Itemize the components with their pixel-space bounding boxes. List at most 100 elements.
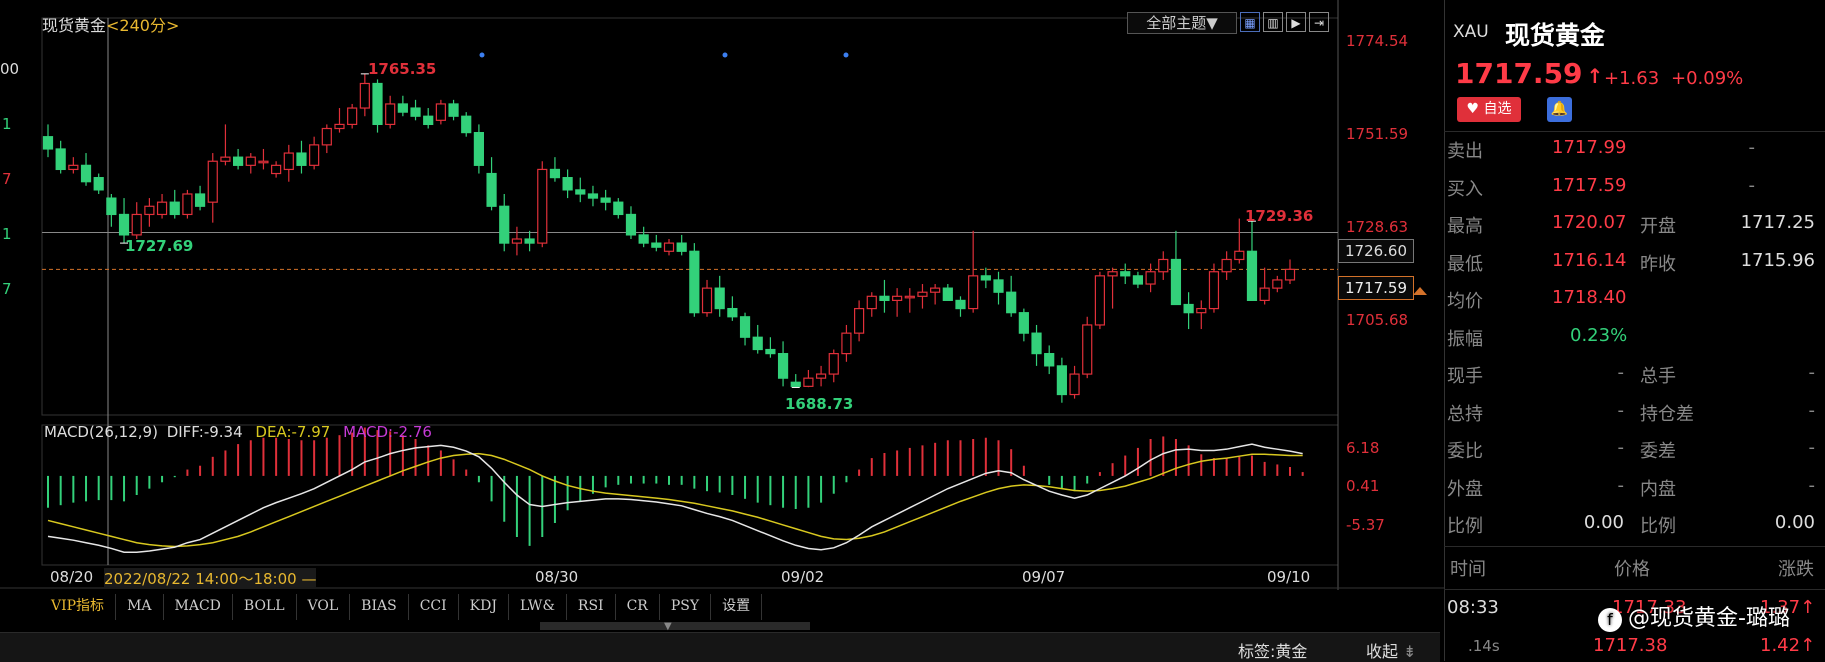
- play-icon[interactable]: ▶: [1286, 12, 1306, 32]
- divider: [1444, 589, 1825, 590]
- tab-macd[interactable]: MACD: [164, 594, 233, 620]
- tick-header-change: 涨跌: [1778, 559, 1814, 580]
- quote-label: 持仓差: [1640, 404, 1694, 425]
- macd-axis-label: 0.41: [1346, 477, 1380, 495]
- macd-axis-label: 6.18: [1346, 439, 1380, 457]
- tab-vol[interactable]: VOL: [297, 594, 351, 620]
- quote-label: 振幅: [1447, 329, 1483, 350]
- candle-body: [1221, 258, 1232, 273]
- quote-price-value: 1717.59: [1455, 57, 1583, 90]
- theme-dropdown[interactable]: 全部主题▼: [1127, 12, 1237, 34]
- tab-lw[interactable]: LW&: [509, 594, 567, 620]
- tab-cr[interactable]: CR: [616, 594, 660, 620]
- quote-label: 外盘: [1447, 479, 1483, 500]
- quote-value: 1717.99: [1552, 137, 1627, 158]
- tick-time: 08:33: [1447, 597, 1499, 618]
- candle-body: [575, 189, 586, 195]
- candle-body: [1234, 250, 1245, 261]
- candle-body: [182, 193, 193, 216]
- current-price-box: 1717.59: [1338, 276, 1414, 300]
- macd-legend: MACD(26,12,9) DIFF:-9.34 DEA:-7.97 MACD:…: [44, 423, 432, 441]
- crosshair-price-box: 1726.60: [1338, 239, 1414, 263]
- y-axis-label: 1728.63: [1346, 218, 1409, 236]
- candle-body: [600, 197, 611, 203]
- crosshair-date-label: 2022/08/22 14:00～18:00 —: [104, 568, 317, 589]
- candle-body: [1056, 365, 1067, 396]
- candle-body: [638, 234, 649, 244]
- tab-cci[interactable]: CCI: [409, 594, 459, 620]
- candle-body: [866, 295, 877, 310]
- low-left-annotation: 1727.69: [125, 237, 194, 255]
- candle-body: [55, 148, 66, 171]
- quote-label: 均价: [1447, 291, 1483, 312]
- tab-kdj[interactable]: KDJ: [459, 594, 509, 620]
- tab-vip[interactable]: VIP指标: [40, 594, 117, 620]
- candle-body: [156, 201, 168, 216]
- candle-body: [1069, 373, 1080, 396]
- macd-dea: DEA:-7.97: [255, 423, 331, 441]
- candle-body: [1196, 307, 1207, 314]
- quote-change-pct: +0.09%: [1671, 68, 1744, 89]
- candle-body: [1031, 332, 1042, 355]
- quote-name: 现货黄金: [1505, 21, 1606, 50]
- candle-body: [258, 160, 269, 164]
- candle-body: [879, 295, 890, 302]
- tab-psy[interactable]: PSY: [660, 594, 712, 620]
- status-bar: 标签:黄金 收起 ⇟: [0, 632, 1440, 662]
- bell-icon[interactable]: 🔔: [1547, 97, 1572, 122]
- columns-icon[interactable]: ▥: [1263, 12, 1283, 32]
- tab-settings[interactable]: 设置: [711, 594, 763, 620]
- candle-body: [448, 103, 459, 117]
- candle-body: [803, 377, 814, 387]
- candle-body: [194, 193, 206, 207]
- collapse-button[interactable]: 收起 ⇟: [1366, 638, 1417, 662]
- date-label: 09/07: [1022, 568, 1066, 586]
- event-marker: [722, 52, 728, 58]
- quote-value: 1716.14: [1552, 250, 1627, 271]
- candle-body: [511, 238, 523, 244]
- kline-frame: [41, 17, 1339, 416]
- horizontal-scrollbar[interactable]: [540, 622, 810, 630]
- candle-body: [777, 353, 789, 379]
- grid-icon[interactable]: ▦: [1240, 12, 1260, 32]
- tab-rsi[interactable]: RSI: [567, 594, 616, 620]
- tab-bias[interactable]: BIAS: [350, 594, 409, 620]
- candle-body: [1094, 275, 1105, 326]
- candle-body: [587, 193, 599, 199]
- candle-body: [372, 82, 383, 126]
- tab-boll[interactable]: BOLL: [233, 594, 297, 620]
- quote-label: 比例: [1640, 516, 1676, 537]
- candle-body: [841, 332, 852, 355]
- chevron-down-icon[interactable]: ▼: [664, 621, 672, 632]
- arrow-right-icon[interactable]: ⇥: [1309, 12, 1329, 32]
- date-label: 09/02: [781, 568, 825, 586]
- candle-body: [80, 164, 92, 183]
- add-favorite-button[interactable]: ♥ 自选: [1457, 97, 1521, 122]
- facebook-icon: f: [1598, 608, 1622, 632]
- quote-value: -: [1808, 437, 1816, 458]
- candle-body: [739, 316, 751, 338]
- tab-ma[interactable]: MA: [116, 594, 164, 620]
- candle-body: [410, 107, 421, 117]
- tick-time: .14s: [1468, 637, 1500, 655]
- indicator-tabs: VIP指标 MA MACD BOLL VOL BIAS CCI KDJ LW& …: [40, 594, 763, 620]
- candle-body: [42, 136, 54, 150]
- candle-body: [1183, 303, 1194, 314]
- candle-body: [271, 164, 282, 175]
- candle-body: [1284, 268, 1296, 281]
- chart-period[interactable]: <240分>: [106, 16, 179, 35]
- candle-body: [765, 348, 776, 355]
- candle-body: [727, 307, 738, 318]
- left-axis-partial: 1: [2, 225, 12, 243]
- quote-value: 1715.96: [1740, 250, 1815, 271]
- up-arrow-icon: ↑: [1586, 64, 1604, 88]
- macd-frame: [41, 424, 1339, 566]
- candle-body: [955, 299, 966, 310]
- quote-value: -: [1808, 400, 1816, 421]
- candle-body: [1018, 312, 1029, 334]
- candle-body: [968, 275, 979, 310]
- candle-body: [549, 168, 561, 179]
- quote-value: 1718.40: [1552, 287, 1627, 308]
- kline-chart[interactable]: [0, 0, 1444, 661]
- quote-value: -: [1748, 175, 1756, 196]
